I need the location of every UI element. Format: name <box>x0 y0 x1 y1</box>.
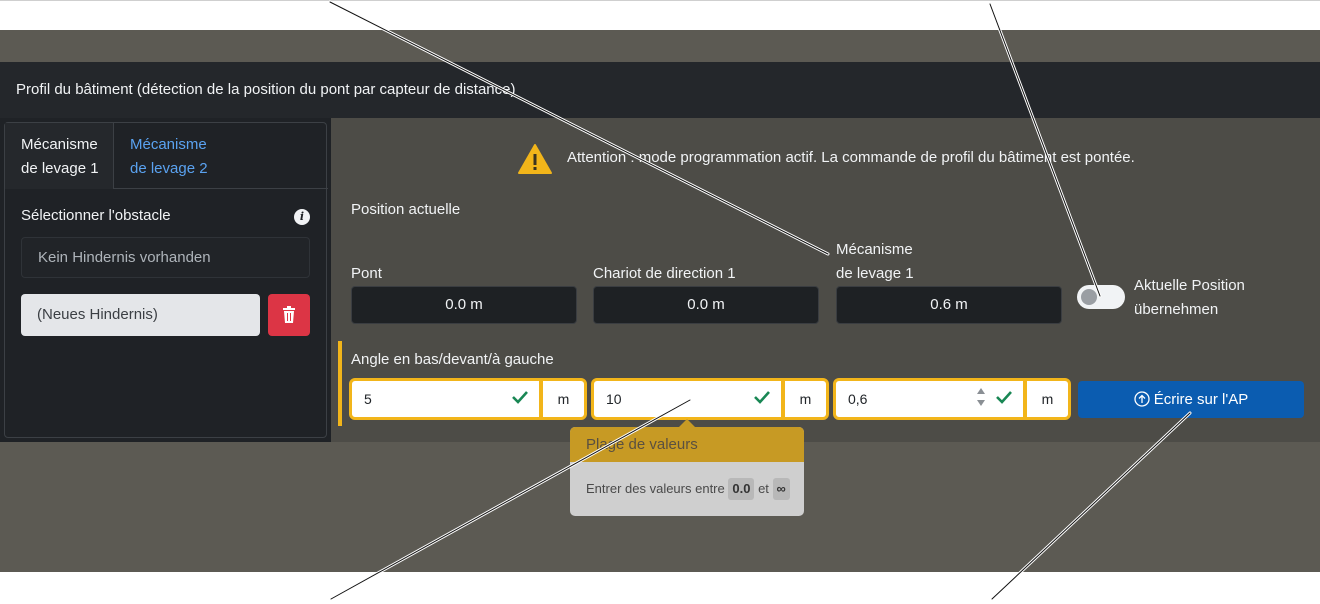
new-obstacle-select[interactable]: (Neues Hindernis) <box>21 294 260 336</box>
warning-message: Attention : mode programmation actif. La… <box>567 149 1135 166</box>
check-icon <box>754 391 770 404</box>
unit-label: m <box>1025 378 1071 420</box>
info-icon[interactable]: i <box>294 209 310 225</box>
unit-label: m <box>783 378 829 420</box>
bridge-label: Pont <box>351 265 382 282</box>
upload-circle-icon <box>1134 390 1150 407</box>
obstacle-panel-inner: Mécanisme de levage 1 Mécanisme de levag… <box>4 122 328 438</box>
tooltip-body-prefix: Entrer des valeurs entre <box>586 481 725 496</box>
obstacle-select-label: Sélectionner l'obstacle <box>21 207 171 224</box>
check-icon <box>996 391 1012 404</box>
building-profile-card: Profil du bâtiment (détection de la posi… <box>0 62 1320 442</box>
adopt-position-label-line2: übernehmen <box>1134 301 1219 318</box>
tab-hoist-2[interactable]: Mécanisme de levage 2 <box>114 123 234 189</box>
check-icon <box>512 391 528 404</box>
write-button-label: Écrire sur l'AP <box>1153 391 1249 408</box>
tooltip-joiner: et <box>758 481 769 496</box>
adopt-position-label: Aktuelle Position übernehmen <box>1134 274 1245 322</box>
hoist-label-line2: de levage 1 <box>836 265 914 282</box>
adopt-position-toggle[interactable] <box>1077 285 1125 309</box>
hoist-position-readout: 0.6 m <box>836 286 1062 324</box>
tooltip-min-value: 0.0 <box>728 478 755 500</box>
top-divider <box>0 0 1320 1</box>
current-position-heading: Position actuelle <box>351 201 461 218</box>
trolley-label: Chariot de direction 1 <box>593 265 736 282</box>
adopt-position-label-line1: Aktuelle Position <box>1134 277 1245 294</box>
bridge-position-readout: 0.0 m <box>351 286 577 324</box>
trolley-position-readout: 0.0 m <box>593 286 819 324</box>
edit-indicator-bar <box>338 341 342 426</box>
tooltip-body: Entrer des valeurs entre 0.0 et ∞ <box>586 478 790 500</box>
angle-heading: Angle en bas/devant/à gauche <box>351 351 554 368</box>
hoist-label: Mécanisme de levage 1 <box>836 238 914 286</box>
page-footer-area <box>0 572 1320 604</box>
tooltip-arrow <box>679 419 695 427</box>
tooltip-title: Plage de valeurs <box>570 427 804 462</box>
card-title: Profil du bâtiment (détection de la posi… <box>16 81 516 98</box>
tab-divider <box>114 188 328 189</box>
warning-icon <box>518 144 552 174</box>
trash-icon <box>283 306 295 323</box>
tab-hoist-1-label-line1: Mécanisme <box>21 136 98 153</box>
value-range-tooltip: Plage de valeurs Entrer des valeurs entr… <box>570 427 804 516</box>
hoist-label-line1: Mécanisme <box>836 241 913 258</box>
spinner-arrows-icon[interactable] <box>976 386 986 408</box>
card-header: Profil du bâtiment (détection de la posi… <box>0 62 1320 118</box>
tooltip-max-value: ∞ <box>772 478 790 500</box>
tab-hoist-2-label-line1: Mécanisme <box>130 136 207 153</box>
tab-hoist-1[interactable]: Mécanisme de levage 1 <box>5 123 114 189</box>
toggle-knob <box>1081 289 1097 305</box>
obstacle-list[interactable]: Kein Hindernis vorhanden <box>21 237 310 278</box>
tab-hoist-1-label-line2: de levage 1 <box>21 160 99 177</box>
delete-obstacle-button[interactable] <box>268 294 310 336</box>
tab-hoist-2-label-line2: de levage 2 <box>130 160 208 177</box>
obstacle-panel: Mécanisme de levage 1 Mécanisme de levag… <box>0 118 331 442</box>
write-to-plc-button[interactable]: Écrire sur l'AP <box>1078 381 1304 418</box>
unit-label: m <box>541 378 587 420</box>
